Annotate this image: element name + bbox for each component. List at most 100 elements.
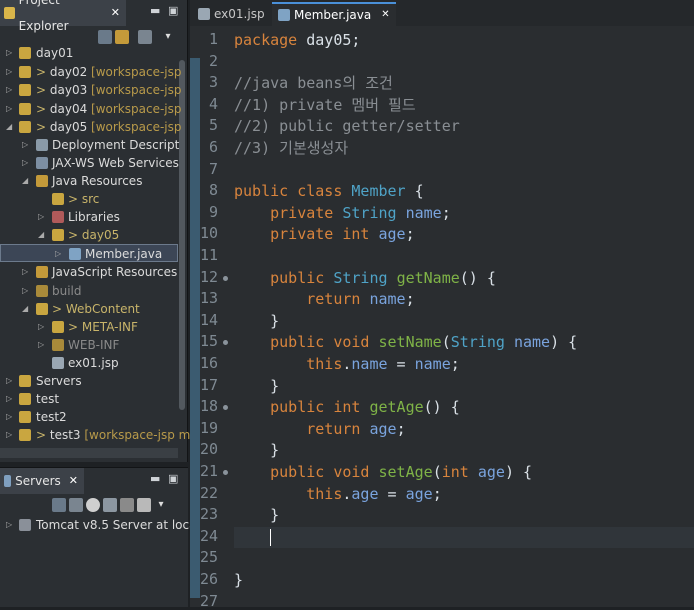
focus-icon[interactable]: [138, 30, 152, 44]
expand-icon[interactable]: ▷: [22, 282, 28, 300]
code-area[interactable]: package day05; //java beans의 조건//1) priva…: [234, 26, 694, 607]
code-line[interactable]: return age;: [234, 419, 405, 440]
tree-item-test2[interactable]: ▷ test2: [0, 408, 178, 426]
collapse-icon[interactable]: ◢: [22, 172, 28, 190]
expand-icon[interactable]: ▷: [22, 263, 28, 281]
code-line[interactable]: //3) 기본생성자: [234, 138, 348, 159]
servers-tab[interactable]: Servers ✕: [0, 468, 84, 494]
explorer-hscrollbar[interactable]: [0, 448, 178, 458]
expand-icon[interactable]: ▷: [6, 81, 12, 99]
code-line[interactable]: public void setName(String name) {: [234, 332, 577, 353]
code-line[interactable]: private int age;: [234, 224, 415, 245]
code-line[interactable]: //1) private 멤버 필드: [234, 95, 416, 116]
link-with-editor-icon[interactable]: [115, 30, 129, 44]
project-explorer-tab[interactable]: Project Explorer ✕: [0, 0, 126, 33]
collapse-icon[interactable]: ◢: [6, 118, 12, 136]
profile-icon[interactable]: [103, 498, 117, 512]
code-line[interactable]: public void setAge(int age) {: [234, 462, 532, 483]
debug-icon[interactable]: [69, 498, 83, 512]
expand-icon[interactable]: ▷: [22, 154, 28, 172]
collapse-icon[interactable]: ◢: [22, 300, 28, 318]
tree-item-src[interactable]: > src: [0, 190, 178, 208]
code-line[interactable]: package day05;: [234, 30, 360, 51]
tree-item-java-resources[interactable]: ◢ Java Resources: [0, 172, 178, 190]
line-number: 5: [208, 116, 218, 135]
line-number: 22: [199, 483, 218, 502]
tree-item-day05[interactable]: ◢ > day05 [workspace-jsp: [0, 118, 182, 136]
expand-icon[interactable]: ▷: [38, 208, 44, 226]
minimize-icon[interactable]: ▬: [150, 4, 160, 17]
code-line[interactable]: }: [234, 376, 279, 397]
collapse-icon[interactable]: ◢: [38, 226, 44, 244]
code-line[interactable]: }: [234, 505, 279, 526]
tree-item-day04[interactable]: ▷ > day04 [workspace-jsp: [0, 100, 182, 118]
expand-icon[interactable]: ▷: [6, 372, 12, 390]
tree-item-build[interactable]: ▷ build: [0, 282, 178, 300]
code-line[interactable]: this.name = name;: [234, 354, 460, 375]
expand-icon[interactable]: ▷: [6, 390, 12, 408]
code-line[interactable]: return name;: [234, 289, 414, 310]
code-line[interactable]: private String name;: [234, 203, 451, 224]
tree-item-javascript-resources[interactable]: ▷ JavaScript Resources: [0, 263, 178, 281]
tree-item-libraries[interactable]: ▷ Libraries: [0, 208, 178, 226]
code-line[interactable]: }: [234, 311, 279, 332]
publish-icon[interactable]: [137, 498, 151, 512]
new-server-icon[interactable]: [52, 498, 66, 512]
expand-icon[interactable]: ▷: [6, 100, 12, 118]
tree-item-day01[interactable]: ▷ day01: [0, 44, 178, 62]
tree-item-ex01-jsp[interactable]: ex01.jsp: [0, 354, 178, 372]
tree-item-webcontent[interactable]: ◢ > WebContent: [0, 300, 178, 318]
expand-icon[interactable]: ▷: [38, 336, 44, 354]
close-icon[interactable]: ✕: [381, 4, 389, 26]
expand-icon[interactable]: ▷: [38, 318, 44, 336]
minimize-icon[interactable]: ▬: [150, 472, 160, 485]
view-menu-icon[interactable]: ▾: [154, 498, 168, 512]
code-line[interactable]: //java beans의 조건: [234, 73, 393, 94]
tree-item-package-day05[interactable]: ◢ > day05: [0, 226, 178, 244]
code-line[interactable]: this.age = age;: [234, 484, 441, 505]
fold-marker-icon[interactable]: [223, 470, 228, 475]
code-line[interactable]: public String getName() {: [234, 268, 496, 289]
tree-item-meta-inf[interactable]: ▷ > META-INF: [0, 318, 178, 336]
code-line[interactable]: public int getAge() {: [234, 397, 460, 418]
tree-item-test3[interactable]: ▷ > test3 [workspace-jsp m: [0, 426, 190, 444]
code-line[interactable]: }: [234, 570, 243, 591]
expand-icon[interactable]: ▷: [6, 408, 12, 426]
maximize-icon[interactable]: ▣: [168, 4, 178, 17]
git-marker: >: [36, 428, 50, 442]
git-marker: >: [68, 192, 82, 206]
expand-icon[interactable]: ▷: [6, 516, 12, 534]
code-line[interactable]: }: [234, 440, 279, 461]
tree-item-day02[interactable]: ▷ > day02 [workspace-jsp: [0, 63, 182, 81]
collapse-all-icon[interactable]: [98, 30, 112, 44]
fold-marker-icon[interactable]: [223, 275, 228, 281]
server-item-tomcat[interactable]: ▷ Tomcat v8.5 Server at locall: [0, 516, 203, 534]
stop-icon[interactable]: [120, 498, 134, 512]
tree-item-servers[interactable]: ▷ Servers: [0, 372, 178, 390]
code-line[interactable]: public class Member {: [234, 181, 424, 202]
expand-icon[interactable]: ▷: [22, 136, 28, 154]
tree-item-member-java[interactable]: ▷ Member.java: [0, 244, 178, 262]
tab-ex01-jsp[interactable]: ex01.jsp: [192, 2, 271, 26]
fold-marker-icon[interactable]: [223, 340, 228, 346]
tree-item-day03[interactable]: ▷ > day03 [workspace-jsp: [0, 81, 182, 99]
code-line[interactable]: //2) public getter/setter: [234, 116, 460, 137]
fold-marker-icon[interactable]: [223, 405, 228, 411]
expand-icon[interactable]: ▷: [55, 245, 61, 263]
expand-icon[interactable]: ▷: [6, 63, 12, 81]
tree-item-web-inf[interactable]: ▷ WEB-INF: [0, 336, 178, 354]
tab-member-java[interactable]: Member.java ✕: [272, 2, 396, 26]
maximize-icon[interactable]: ▣: [168, 472, 178, 485]
start-icon[interactable]: [86, 498, 100, 512]
tree-item-deployment-descriptor[interactable]: ▷ Deployment Descript: [0, 136, 179, 154]
tree-item-test[interactable]: ▷ test: [0, 390, 178, 408]
close-icon[interactable]: ✕: [69, 468, 78, 494]
expand-icon[interactable]: ▷: [6, 426, 12, 444]
tree-item-jax-ws[interactable]: ▷ JAX-WS Web Services: [0, 154, 179, 172]
view-menu-icon[interactable]: ▾: [161, 30, 175, 44]
code-line[interactable]: [234, 527, 272, 548]
editor-tab-bar: ex01.jsp Member.java ✕: [190, 0, 694, 26]
git-marker: >: [68, 228, 82, 242]
expand-icon[interactable]: ▷: [6, 44, 12, 62]
close-icon[interactable]: ✕: [111, 0, 120, 26]
